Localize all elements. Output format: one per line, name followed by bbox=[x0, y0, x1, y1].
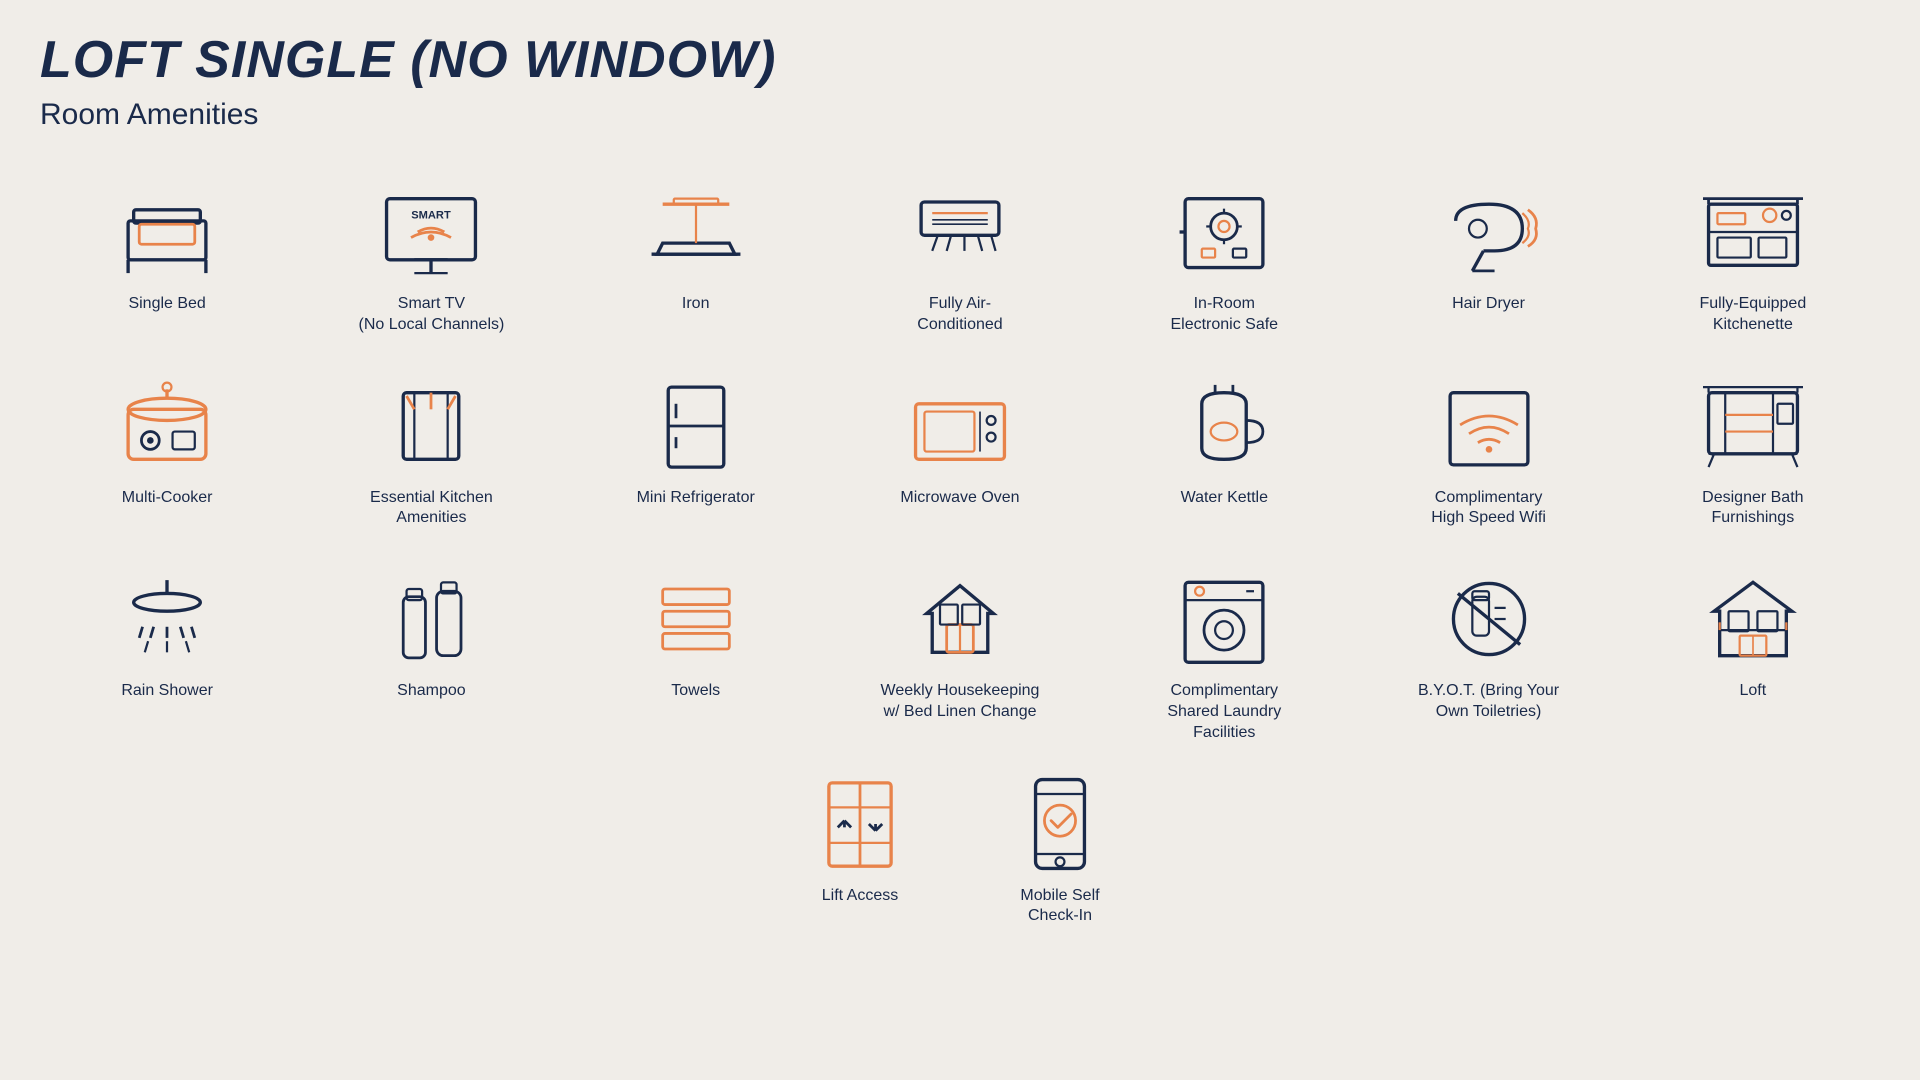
laundry-icon bbox=[1164, 569, 1284, 669]
amenity-lift-access: Lift Access bbox=[800, 774, 920, 928]
rain-shower-icon bbox=[107, 569, 227, 669]
air-conditioned-icon bbox=[900, 182, 1020, 282]
multi-cooker-icon bbox=[107, 376, 227, 476]
amenity-rain-shower: Rain Shower bbox=[40, 559, 294, 753]
amenity-loft: Loft bbox=[1626, 559, 1880, 753]
wifi-label: ComplimentaryHigh Speed Wifi bbox=[1431, 488, 1546, 530]
amenity-wifi: ComplimentaryHigh Speed Wifi bbox=[1361, 366, 1615, 540]
single-bed-icon bbox=[107, 182, 227, 282]
page-title: LOFT SINGLE (NO WINDOW) bbox=[40, 30, 1880, 90]
hair-dryer-icon bbox=[1429, 182, 1549, 282]
loft-label: Loft bbox=[1740, 681, 1767, 702]
housekeeping-label: Weekly Housekeepingw/ Bed Linen Change bbox=[881, 681, 1040, 723]
loft-icon bbox=[1693, 569, 1813, 669]
lift-access-label: Lift Access bbox=[822, 886, 898, 907]
towels-icon bbox=[636, 569, 756, 669]
amenity-single-bed: Single Bed bbox=[40, 172, 294, 346]
byot-label: B.Y.O.T. (Bring YourOwn Toiletries) bbox=[1418, 681, 1559, 723]
microwave-oven-label: Microwave Oven bbox=[900, 488, 1019, 509]
page-subtitle: Room Amenities bbox=[40, 98, 1880, 132]
byot-icon bbox=[1429, 569, 1549, 669]
rain-shower-label: Rain Shower bbox=[121, 681, 213, 702]
amenity-microwave-oven: Microwave Oven bbox=[833, 366, 1087, 540]
smart-tv-label: Smart TV(No Local Channels) bbox=[358, 294, 504, 336]
amenity-towels: Towels bbox=[569, 559, 823, 753]
amenity-air-conditioned: Fully Air-Conditioned bbox=[833, 172, 1087, 346]
mobile-checkin-icon bbox=[1000, 774, 1120, 874]
amenities-grid: Single Bed SMART Smart TV(No Local Chann… bbox=[40, 172, 1880, 754]
iron-icon bbox=[636, 182, 756, 282]
amenity-kitchenette: Fully-EquippedKitchenette bbox=[1626, 172, 1880, 346]
laundry-label: ComplimentaryShared LaundryFacilities bbox=[1167, 681, 1281, 743]
amenity-mobile-checkin: Mobile SelfCheck-In bbox=[1000, 774, 1120, 928]
electronic-safe-icon bbox=[1164, 182, 1284, 282]
hair-dryer-label: Hair Dryer bbox=[1452, 294, 1525, 315]
bottom-amenities-row: Lift Access Mobile SelfCheck-In bbox=[40, 774, 1880, 928]
kitchenette-icon bbox=[1693, 182, 1813, 282]
mobile-checkin-label: Mobile SelfCheck-In bbox=[1020, 886, 1099, 928]
mini-refrigerator-label: Mini Refrigerator bbox=[637, 488, 755, 509]
mini-refrigerator-icon bbox=[636, 376, 756, 476]
amenity-designer-bath: Designer BathFurnishings bbox=[1626, 366, 1880, 540]
amenity-kitchen-amenities: Essential KitchenAmenities bbox=[304, 366, 558, 540]
designer-bath-label: Designer BathFurnishings bbox=[1702, 488, 1803, 530]
amenity-iron: Iron bbox=[569, 172, 823, 346]
wifi-icon bbox=[1429, 376, 1549, 476]
amenity-byot: B.Y.O.T. (Bring YourOwn Toiletries) bbox=[1361, 559, 1615, 753]
shampoo-label: Shampoo bbox=[397, 681, 466, 702]
single-bed-label: Single Bed bbox=[128, 294, 205, 315]
amenity-shampoo: Shampoo bbox=[304, 559, 558, 753]
shampoo-icon bbox=[371, 569, 491, 669]
kitchen-amenities-label: Essential KitchenAmenities bbox=[370, 488, 493, 530]
designer-bath-icon bbox=[1693, 376, 1813, 476]
lift-access-icon bbox=[800, 774, 920, 874]
water-kettle-label: Water Kettle bbox=[1181, 488, 1268, 509]
amenity-housekeeping: Weekly Housekeepingw/ Bed Linen Change bbox=[833, 559, 1087, 753]
electronic-safe-label: In-RoomElectronic Safe bbox=[1170, 294, 1278, 336]
amenity-electronic-safe: In-RoomElectronic Safe bbox=[1097, 172, 1351, 346]
amenity-hair-dryer: Hair Dryer bbox=[1361, 172, 1615, 346]
smart-tv-icon: SMART bbox=[371, 182, 491, 282]
microwave-oven-icon bbox=[900, 376, 1020, 476]
amenity-laundry: ComplimentaryShared LaundryFacilities bbox=[1097, 559, 1351, 753]
kitchenette-label: Fully-EquippedKitchenette bbox=[1699, 294, 1806, 336]
water-kettle-icon bbox=[1164, 376, 1284, 476]
amenity-mini-refrigerator: Mini Refrigerator bbox=[569, 366, 823, 540]
svg-text:SMART: SMART bbox=[412, 210, 452, 222]
amenity-water-kettle: Water Kettle bbox=[1097, 366, 1351, 540]
iron-label: Iron bbox=[682, 294, 710, 315]
amenity-multi-cooker: Multi-Cooker bbox=[40, 366, 294, 540]
housekeeping-icon bbox=[900, 569, 1020, 669]
amenity-smart-tv: SMART Smart TV(No Local Channels) bbox=[304, 172, 558, 346]
kitchen-amenities-icon bbox=[371, 376, 491, 476]
towels-label: Towels bbox=[671, 681, 720, 702]
multi-cooker-label: Multi-Cooker bbox=[122, 488, 213, 509]
air-conditioned-label: Fully Air-Conditioned bbox=[917, 294, 1002, 336]
